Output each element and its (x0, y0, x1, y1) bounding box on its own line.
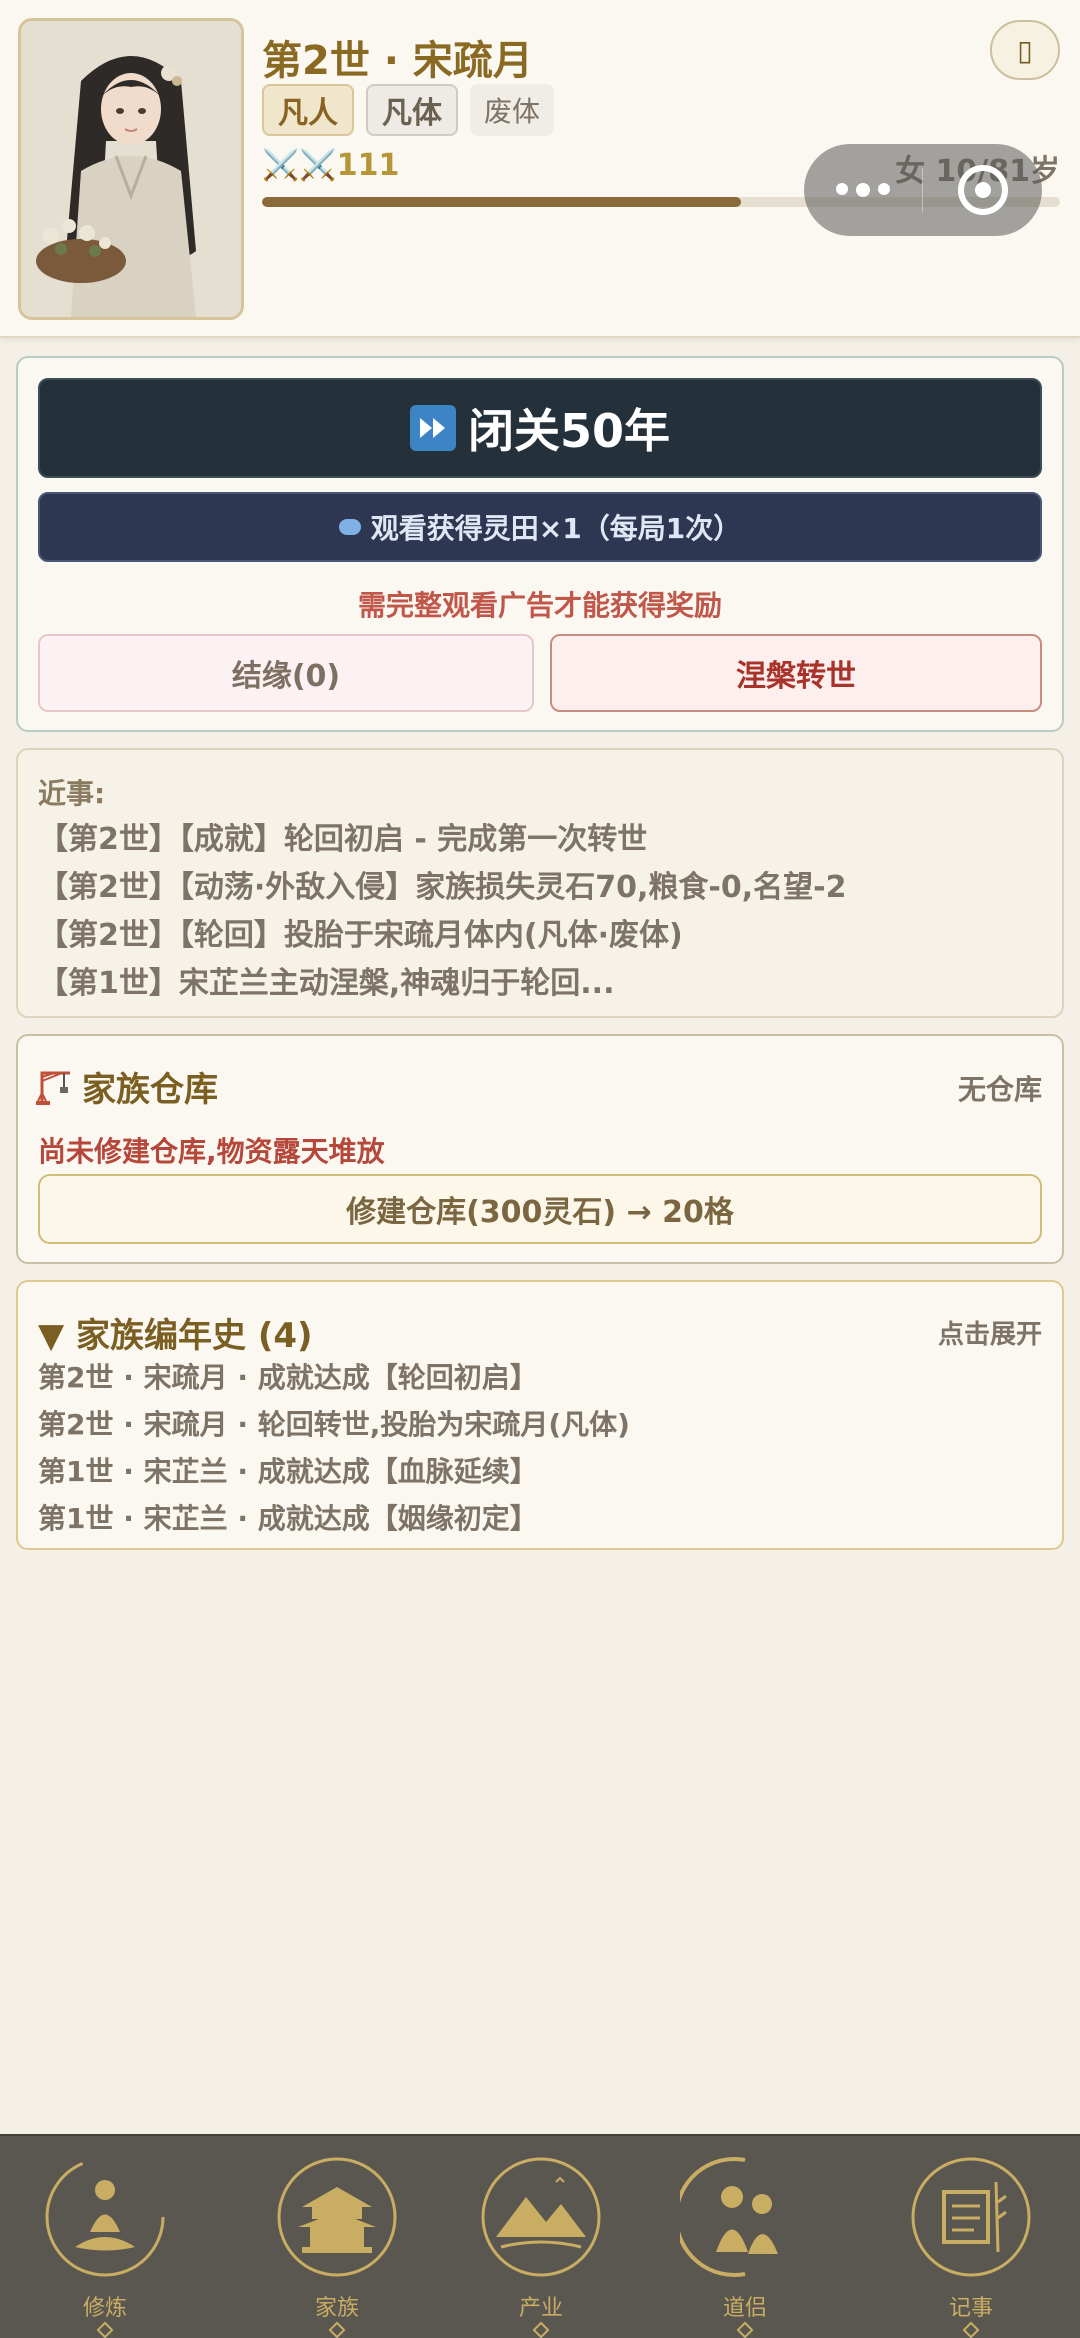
nav-indicator (532, 2321, 550, 2338)
scroll-icon (911, 2157, 1031, 2277)
bottom-nav: 修炼 家族 产业 道侣 记事 (0, 2134, 1080, 2338)
nav-item-family[interactable]: 家族 (272, 2142, 402, 2338)
nav-item-partner[interactable]: 道侣 (680, 2142, 810, 2338)
nav-indicator (736, 2321, 754, 2338)
chronicle-list: 第2世 · 宋疏月 · 成就达成【轮回初启】 第2世 · 宋疏月 · 轮回转世,… (38, 1354, 630, 1542)
nav-indicator (962, 2321, 980, 2338)
marriage-button[interactable]: 结缘(0) (38, 634, 534, 712)
warehouse-card: 家族仓库 无仓库 尚未修建仓库,物资露天堆放 修建仓库(300灵石) → 20格 (16, 1034, 1064, 1264)
tag-constitution: 废体 (470, 84, 555, 136)
close-miniprogram-icon[interactable] (923, 165, 1042, 215)
lifespan-progress-fill (262, 197, 741, 207)
warehouse-title: 家族仓库 (82, 1070, 218, 1110)
construction-crane-icon (36, 1071, 70, 1105)
combat-power: ⚔️⚔️111 (262, 148, 400, 183)
seclude-label: 闭关50年 (467, 404, 670, 458)
nav-label: 修炼 (82, 2296, 127, 2321)
spirit-field-icon (338, 519, 361, 535)
info-button[interactable]: ▯ (990, 20, 1060, 80)
seclude-button[interactable]: 闭关50年 (38, 378, 1042, 478)
nav-label: 家族 (314, 2296, 359, 2321)
list-item: 第1世 · 宋芷兰 · 成就达成【姻缘初定】 (38, 1502, 538, 1535)
nav-label: 产业 (518, 2296, 563, 2321)
recent-events-card: 近事: 【第2世】【成就】轮回初启 - 完成第一次转世 【第2世】【动荡·外敌入… (16, 748, 1064, 1018)
nav-item-cultivate[interactable]: 修炼 (40, 2142, 170, 2338)
list-item: 【第2世】【动荡·外敌入侵】家族损失灵石70,粮食-0,名望-2 (38, 870, 847, 905)
nav-label: 记事 (948, 2296, 993, 2321)
couple-icon (680, 2157, 778, 2277)
family-chronicle-card[interactable]: ▼ 家族编年史 (4) 点击展开 第2世 · 宋疏月 · 成就达成【轮回初启】 … (16, 1280, 1064, 1550)
ad-note: 需完整观看广告才能获得奖励 (357, 589, 722, 622)
warehouse-status: 无仓库 (957, 1073, 1042, 1106)
list-item: 第2世 · 宋疏月 · 轮回转世,投胎为宋疏月(凡体) (38, 1408, 630, 1441)
character-title: 第2世 · 宋疏月 (262, 38, 533, 84)
build-warehouse-button[interactable]: 修建仓库(300灵石) → 20格 (38, 1174, 1042, 1244)
chronicle-expand-link[interactable]: 点击展开 (938, 1314, 1042, 1351)
list-item: 第2世 · 宋疏月 · 成就达成【轮回初启】 (38, 1361, 538, 1394)
fast-forward-icon (409, 405, 456, 451)
recent-events-title: 近事: (38, 777, 106, 810)
character-portrait[interactable] (18, 18, 244, 320)
more-menu-icon[interactable] (804, 183, 922, 197)
watch-ad-label: 观看获得灵田×1（每局1次） (370, 512, 742, 545)
nav-item-records[interactable]: 记事 (906, 2142, 1036, 2338)
info-icon: ▯ (1017, 33, 1033, 67)
nav-item-industry[interactable]: 产业 (476, 2142, 606, 2338)
list-item: 【第2世】【成就】轮回初启 - 完成第一次转世 (38, 822, 648, 857)
watch-ad-button[interactable]: 观看获得灵田×1（每局1次） (38, 492, 1042, 562)
nav-label: 道侣 (722, 2296, 767, 2321)
mountain-landscape-icon (481, 2157, 601, 2277)
chronicle-title[interactable]: ▼ 家族编年史 (4) (38, 1308, 313, 1357)
actions-card: 闭关50年 观看获得灵田×1（每局1次） 需完整观看广告才能获得奖励 结缘(0)… (16, 356, 1064, 732)
portrait-illustration (21, 21, 241, 317)
warehouse-header: 家族仓库 (34, 1062, 218, 1111)
recent-events-list: 【第2世】【成就】轮回初启 - 完成第一次转世 【第2世】【动荡·外敌入侵】家族… (38, 816, 846, 1008)
character-header: 第2世 · 宋疏月 凡人 凡体 废体 ⚔️⚔️111 女 10/81岁 ▯ (0, 0, 1080, 338)
miniprogram-capsule (804, 144, 1042, 236)
list-item: 【第2世】【轮回】投胎于宋疏月体内(凡体·废体) (38, 918, 683, 953)
tag-body: 凡体 (366, 84, 458, 136)
reincarnate-button[interactable]: 涅槃转世 (550, 634, 1042, 712)
meditation-icon (45, 2157, 165, 2277)
character-tags: 凡人 凡体 废体 (262, 84, 555, 136)
list-item: 【第1世】宋芷兰主动涅槃,神魂归于轮回... (38, 966, 615, 1001)
pavilion-icon (277, 2157, 397, 2277)
nav-indicator (96, 2321, 114, 2338)
tag-realm: 凡人 (262, 84, 354, 136)
warehouse-note: 尚未修建仓库,物资露天堆放 (38, 1135, 385, 1168)
list-item: 第1世 · 宋芷兰 · 成就达成【血脉延续】 (38, 1455, 538, 1488)
nav-indicator (328, 2321, 346, 2338)
